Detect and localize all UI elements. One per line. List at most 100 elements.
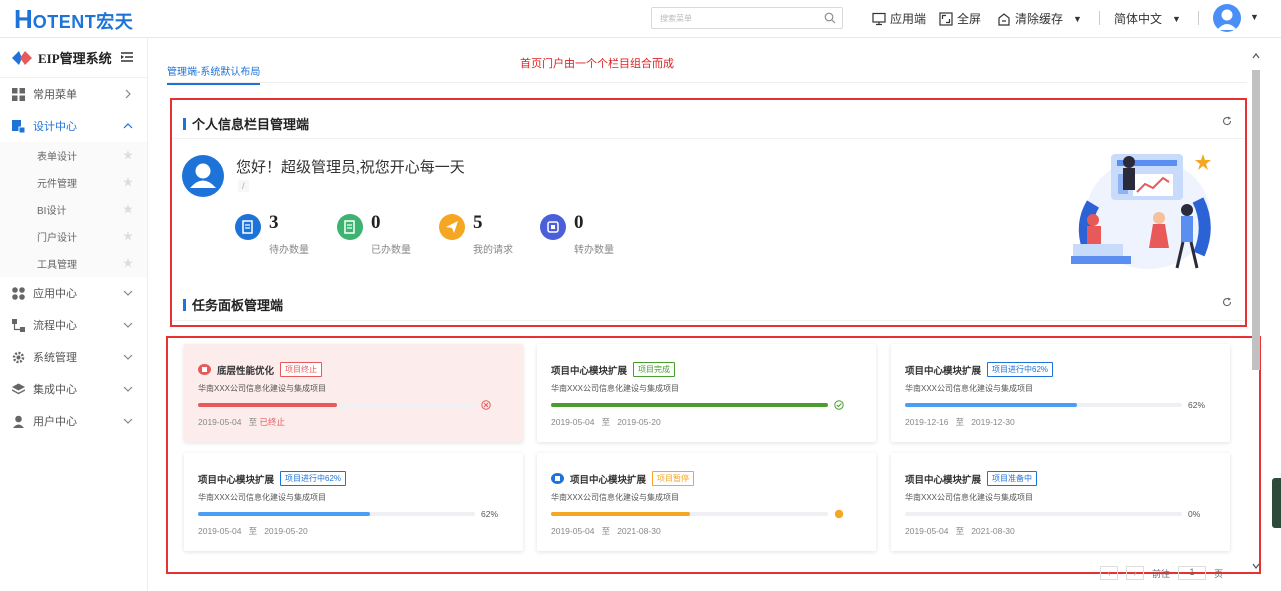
top-header: H OTENT宏天 应用端 全屏 清除缓存 ▼ 简体中文 ▼ ▼ — [0, 0, 1281, 38]
office-illustration — [1071, 154, 1211, 269]
progress-fill — [551, 512, 690, 516]
stop-icon — [481, 400, 491, 410]
sidebar-item-system-management[interactable]: 系统管理 — [0, 341, 147, 373]
panel-divider — [172, 138, 1245, 139]
panel-title-personal: 个人信息栏目管理端 — [183, 114, 309, 133]
date-separator: 至 — [248, 417, 258, 427]
scrollbar-thumb[interactable] — [1252, 70, 1260, 370]
progress-track — [551, 403, 828, 407]
logo-text: OTENT宏天 — [32, 12, 134, 32]
sidebar-item-common-menu[interactable]: 常用菜单 — [0, 78, 147, 110]
stat-value: 5 — [473, 212, 483, 233]
scroll-down-icon[interactable] — [1252, 562, 1260, 570]
title-bar — [183, 298, 186, 311]
sidebar-subitem-tool-management[interactable]: 工具管理 — [0, 250, 147, 277]
user-avatar[interactable] — [1213, 4, 1241, 32]
greeting-subtext: / — [238, 180, 249, 192]
side-widget-handle[interactable] — [1272, 478, 1281, 528]
logo[interactable]: H OTENT宏天 — [14, 6, 133, 33]
search-icon[interactable] — [824, 12, 836, 24]
date-separator: 至 — [601, 417, 611, 427]
clear-cache-label: 清除缓存 — [1015, 12, 1064, 26]
pagination: ‹ › 前往 1 页 — [1100, 566, 1223, 580]
sidebar-item-app-center[interactable]: 应用中心 — [0, 277, 147, 309]
sidebar-item-design-center[interactable]: 设计中心 — [0, 110, 147, 142]
star-icon[interactable] — [123, 204, 133, 214]
goto-label: 前往 — [1152, 568, 1171, 579]
progress-percent: 0% — [1188, 509, 1201, 519]
project-card[interactable]: 项目中心模块扩展 项目进行中62% 华南XXX公司信息化建设与集成项目 62% … — [184, 453, 523, 551]
panel-title-text: 任务面板管理端 — [192, 298, 284, 313]
chevron-down-icon: ▼ — [1172, 13, 1181, 24]
star-icon[interactable] — [123, 177, 133, 187]
prev-page-button[interactable]: ‹ — [1100, 566, 1118, 580]
language-select[interactable]: 简体中文 ▼ — [1114, 10, 1181, 27]
sidebar-subitem-component-management[interactable]: 元件管理 — [0, 169, 147, 196]
star-icon[interactable] — [123, 150, 133, 160]
language-label: 简体中文 — [1114, 12, 1163, 26]
monitor-icon — [872, 12, 886, 25]
start-date: 2019-12-16 — [905, 417, 949, 427]
sidebar-subitem-bi-design[interactable]: BI设计 — [0, 196, 147, 223]
card-description: 华南XXX公司信息化建设与集成项目 — [198, 384, 327, 393]
progress-fill — [551, 403, 828, 407]
system-title: EIP管理系统 — [0, 38, 147, 78]
chevron-right-icon — [125, 89, 131, 99]
user-icon — [190, 163, 216, 188]
sidebar-item-user-center[interactable]: 用户中心 — [0, 405, 147, 437]
refresh-icon[interactable] — [1222, 297, 1232, 307]
fullscreen-icon — [939, 11, 953, 26]
fullscreen-button[interactable]: 全屏 — [939, 10, 981, 27]
status-badge: 项目进行中62% — [987, 362, 1054, 377]
user-avatar-icon — [1217, 9, 1237, 30]
chevron-down-icon: ▼ — [1073, 13, 1082, 24]
design-icon — [12, 119, 25, 133]
panel-title-text: 个人信息栏目管理端 — [192, 117, 310, 132]
refresh-icon[interactable] — [1222, 116, 1232, 126]
project-card[interactable]: 项目中心模块扩展 项目进行中62% 华南XXX公司信息化建设与集成项目 62% … — [891, 344, 1230, 442]
send-icon — [439, 214, 465, 240]
project-card[interactable]: 项目中心模块扩展 项目暂停 华南XXX公司信息化建设与集成项目 2019-05-… — [537, 453, 876, 551]
card-description: 华南XXX公司信息化建设与集成项目 — [905, 493, 1034, 502]
progress-track — [551, 512, 828, 516]
card-title: 项目中心模块扩展 项目暂停 — [551, 471, 695, 486]
annotation-text: 首页门户由一个个栏目组合而成 — [520, 58, 674, 70]
user-menu-chevron-icon[interactable]: ▼ — [1250, 12, 1259, 22]
sidebar-subitem-label: 元件管理 — [37, 179, 77, 190]
next-page-button[interactable]: › — [1126, 566, 1144, 580]
chevron-down-icon — [123, 418, 133, 424]
star-icon[interactable] — [123, 258, 133, 268]
project-card[interactable]: 项目中心模块扩展 项目完成 华南XXX公司信息化建设与集成项目 2019-05-… — [537, 344, 876, 442]
progress-track — [905, 512, 1182, 516]
stat-label: 待办数量 — [269, 245, 309, 256]
end-date: 2019-12-30 — [971, 417, 1015, 427]
scroll-up-icon[interactable] — [1252, 52, 1260, 60]
start-date: 2019-05-04 — [551, 417, 595, 427]
sidebar-item-label: 常用菜单 — [33, 89, 77, 101]
sidebar-item-integration-center[interactable]: 集成中心 — [0, 373, 147, 405]
progress-fill — [198, 512, 370, 516]
project-card[interactable]: 底层性能优化 项目终止 华南XXX公司信息化建设与集成项目 2019-05-04… — [184, 344, 523, 442]
chevron-down-icon — [123, 354, 133, 360]
progress-percent: 62% — [1188, 400, 1206, 410]
project-card[interactable]: 项目中心模块扩展 项目准备中 华南XXX公司信息化建设与集成项目 0% 2019… — [891, 453, 1230, 551]
menu-toggle-icon[interactable] — [121, 51, 133, 63]
sidebar-item-label: 设计中心 — [33, 121, 77, 133]
app-side-button[interactable]: 应用端 — [872, 10, 926, 27]
sidebar-item-process-center[interactable]: 流程中心 — [0, 309, 147, 341]
todo-icon — [235, 214, 261, 240]
sidebar-item-label: 集成中心 — [33, 384, 77, 396]
stat-value: 0 — [574, 212, 584, 233]
check-circle-icon — [834, 400, 844, 410]
card-dates: 2019-05-04 至 2019-05-20 — [551, 416, 661, 428]
page-input[interactable]: 1 — [1178, 566, 1207, 580]
layers-icon — [12, 383, 25, 394]
search-input[interactable] — [652, 8, 812, 28]
system-logo-icon — [12, 50, 32, 65]
star-icon[interactable] — [123, 231, 133, 241]
sidebar-subitem-form-design[interactable]: 表单设计 — [0, 142, 147, 169]
tab-divider — [167, 82, 1247, 83]
sidebar-subitem-portal-design[interactable]: 门户设计 — [0, 223, 147, 250]
date-separator: 至 — [248, 526, 258, 536]
clear-cache-button[interactable]: 清除缓存 ▼ — [997, 10, 1082, 27]
